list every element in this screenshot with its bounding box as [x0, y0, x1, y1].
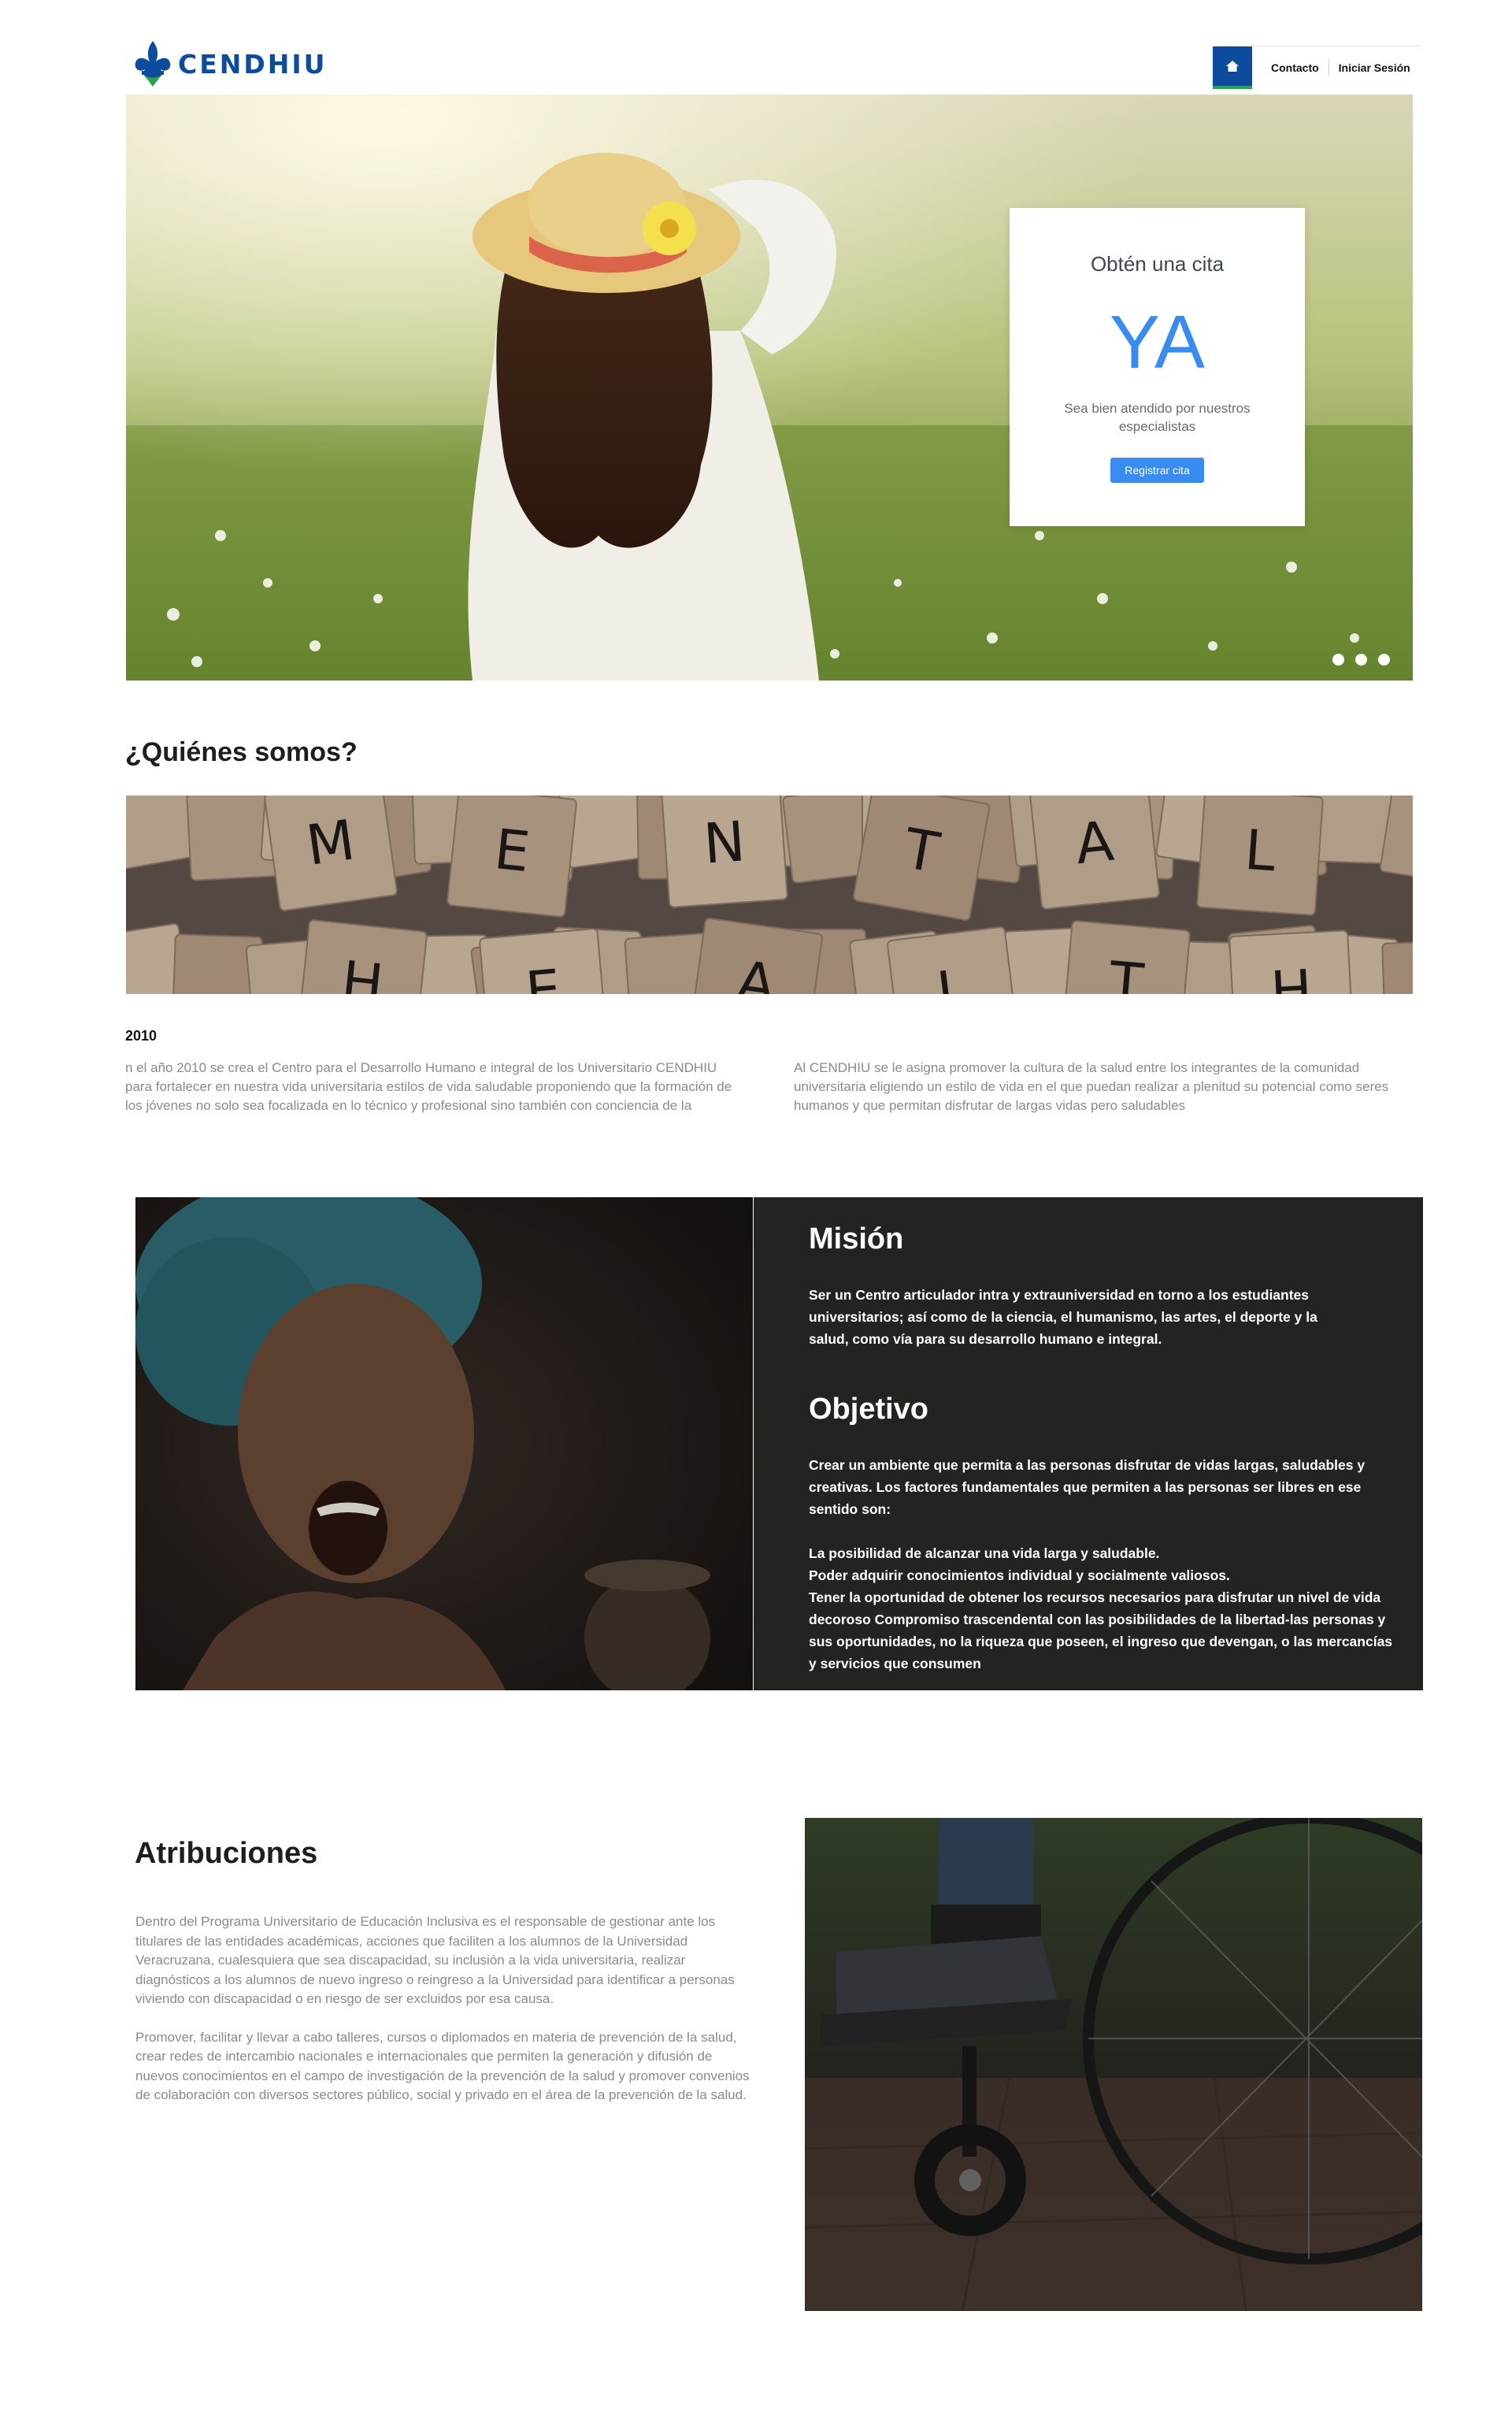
wheelchair-photo	[805, 1818, 1422, 2311]
objective-text: Crear un ambiente que permita a las pers…	[809, 1454, 1395, 1675]
objective-item: Poder adquirir conocimientos individual …	[809, 1567, 1230, 1583]
carousel-dot[interactable]	[1332, 654, 1344, 666]
brand-logo[interactable]: CENDHIU	[132, 36, 345, 91]
attributions-paragraph: Dentro del Programa Universitario de Edu…	[135, 1914, 735, 2006]
appointment-card: Obtén una cita YA Sea bien atendido por …	[1010, 208, 1305, 526]
carousel-dot[interactable]	[1378, 654, 1390, 666]
portrait-image	[135, 1197, 753, 1690]
fleur-de-lis-icon	[135, 41, 171, 87]
mission-heading: Misión	[809, 1222, 904, 1256]
about-text-right: Al CENDHIU se le asigna promover la cult…	[794, 1060, 1389, 1113]
attributions-heading: Atribuciones	[135, 1837, 318, 1870]
objective-heading: Objetivo	[809, 1393, 929, 1426]
about-text-left: n el año 2010 se crea el Centro para el …	[125, 1060, 732, 1113]
scrabble-tiles-image: M E N T A LH E A L T H	[126, 796, 1413, 994]
top-nav: Contacto Iniciar Sesión	[1213, 46, 1420, 89]
wheelchair-image	[805, 1818, 1422, 2311]
card-title: Obtén una cita	[1090, 252, 1225, 276]
mental-health-banner: MENTALHEALTH	[126, 796, 1413, 994]
objective-item: Tener la oportunidad de obtener los recu…	[809, 1590, 1393, 1671]
home-button[interactable]	[1213, 46, 1252, 89]
carousel-indicators	[1332, 654, 1390, 666]
about-heading: ¿Quiénes somos?	[125, 737, 358, 767]
mission-text: Ser un Centro articulador intra y extrau…	[809, 1287, 1317, 1347]
carousel-dot[interactable]	[1355, 654, 1367, 666]
nav-login-link[interactable]: Iniciar Sesión	[1329, 61, 1420, 75]
nav-contact-link[interactable]: Contacto	[1262, 61, 1329, 75]
banner-shade	[126, 796, 1413, 994]
brand-name: CENDHIU	[178, 48, 328, 80]
home-icon	[1226, 61, 1239, 72]
register-appointment-button[interactable]: Registrar cita	[1110, 458, 1204, 483]
objective-item: La posibilidad de alcanzar una vida larg…	[809, 1545, 1160, 1561]
year-label: 2010	[125, 1028, 158, 1044]
objective-intro: Crear un ambiente que permita a las pers…	[809, 1457, 1366, 1517]
attributions-paragraph: Promover, facilitar y llevar a cabo tall…	[135, 2029, 750, 2103]
card-subtitle: Sea bien atendido por nuestros especiali…	[1064, 401, 1251, 434]
attributions-text: Dentro del Programa Universitario de Edu…	[135, 1912, 758, 2124]
laughing-woman-image	[135, 1197, 753, 1690]
card-highlight: YA	[1110, 300, 1205, 384]
